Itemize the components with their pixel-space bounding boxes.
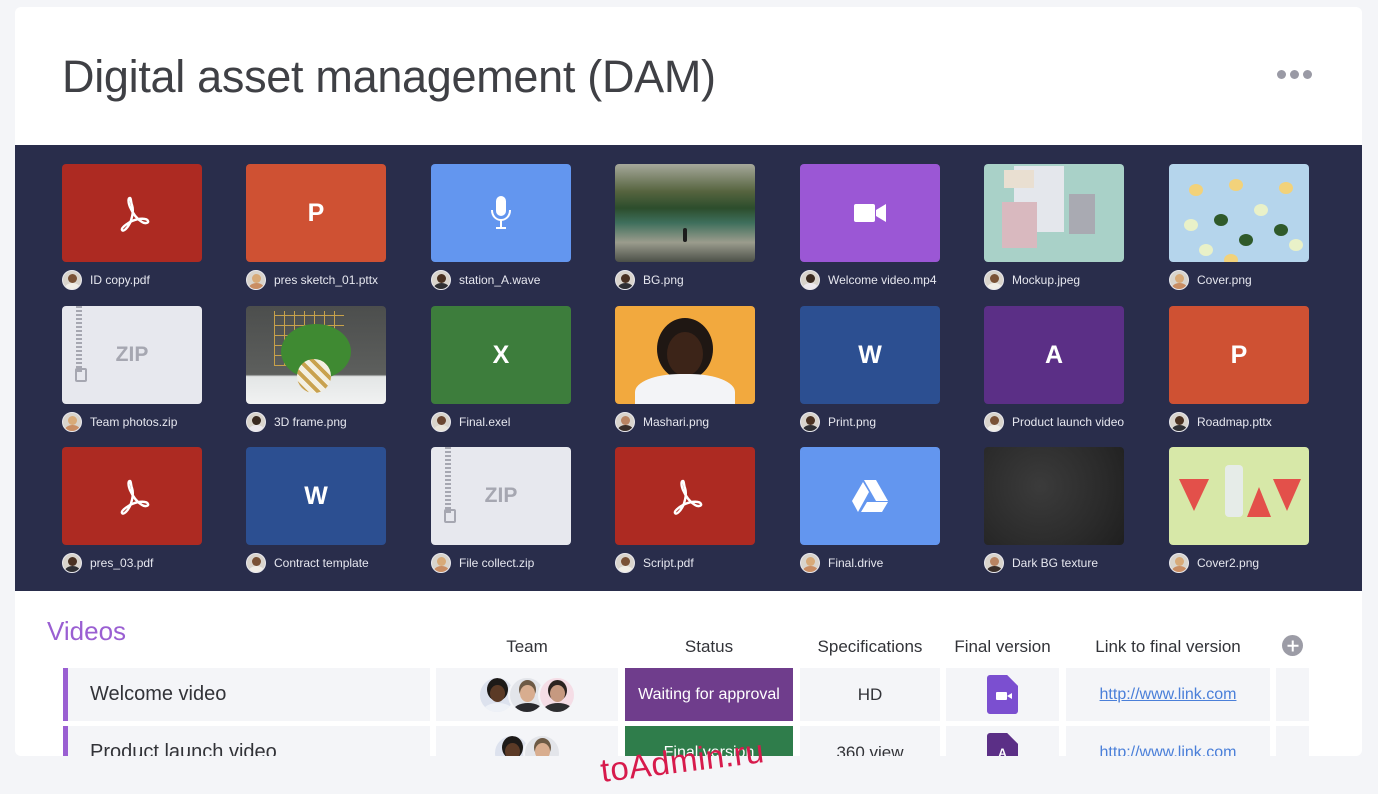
final-version-link[interactable]: http://www.link.com: [1100, 744, 1237, 757]
video-camera-icon: [995, 692, 1012, 700]
column-header-link[interactable]: Link to final version: [1066, 637, 1270, 657]
link-cell: http://www.link.com: [1066, 726, 1270, 756]
final-version-cell[interactable]: A: [946, 726, 1059, 756]
specifications-cell[interactable]: 360 view: [800, 726, 940, 756]
column-header-status[interactable]: Status: [640, 637, 778, 657]
column-header-specifications[interactable]: Specifications: [800, 637, 940, 657]
final-version-cell[interactable]: [946, 668, 1059, 721]
plus-circle-icon[interactable]: [1282, 635, 1303, 656]
item-name[interactable]: Product launch video: [63, 726, 430, 756]
table-row[interactable]: Welcome video Waiting for approval HD ht…: [0, 668, 1378, 721]
item-name[interactable]: Welcome video: [63, 668, 430, 721]
after-effects-file-icon[interactable]: A: [987, 733, 1018, 756]
final-version-link[interactable]: http://www.link.com: [1100, 686, 1237, 704]
team-avatars: [478, 675, 576, 714]
team-cell[interactable]: [436, 668, 618, 721]
avatar: [523, 733, 561, 756]
videos-section: Videos Team Status Specifications Final …: [0, 0, 1378, 756]
specifications-cell[interactable]: HD: [800, 668, 940, 721]
video-file-icon[interactable]: [987, 675, 1018, 714]
team-avatars: [493, 733, 561, 756]
empty-cell: [1276, 726, 1309, 756]
link-cell: http://www.link.com: [1066, 668, 1270, 721]
group-title[interactable]: Videos: [47, 616, 126, 647]
avatar: [538, 675, 576, 714]
empty-cell: [1276, 668, 1309, 721]
team-cell[interactable]: [436, 726, 618, 756]
status-badge[interactable]: Waiting for approval: [625, 668, 793, 721]
column-header-final-version[interactable]: Final version: [946, 637, 1059, 657]
column-header-team[interactable]: Team: [476, 637, 578, 657]
